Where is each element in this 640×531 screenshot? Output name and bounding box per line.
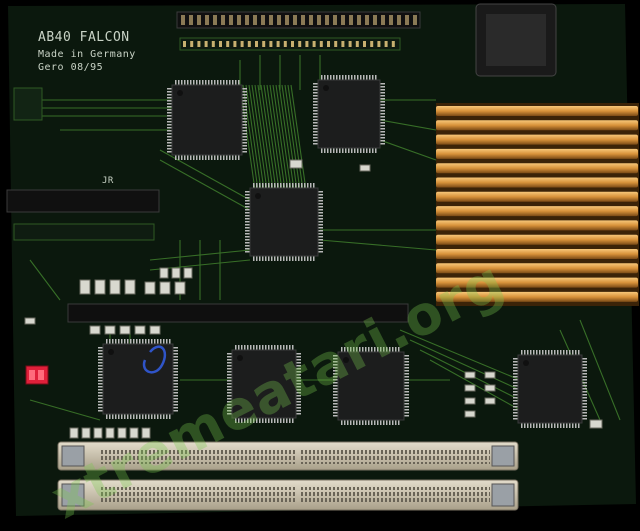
board-title-silkscreen: AB40 FALCON (38, 30, 130, 45)
cpld-4-chip (98, 339, 178, 419)
left-edge-pins (13, 87, 43, 121)
cpld-2-chip (313, 75, 385, 153)
cpld-3-chip (245, 183, 323, 261)
left-header (6, 189, 160, 213)
cpld-7-chip (513, 350, 587, 428)
header-label-silkscreen: JR (102, 176, 114, 186)
date-silkscreen: Gero 08/95 (38, 62, 104, 73)
pcb-board-photo (0, 0, 640, 523)
socket-chip (486, 14, 546, 66)
left-header-pads (13, 223, 155, 241)
origin-silkscreen: Made in Germany (38, 49, 136, 60)
cpld-1-chip (167, 80, 247, 160)
